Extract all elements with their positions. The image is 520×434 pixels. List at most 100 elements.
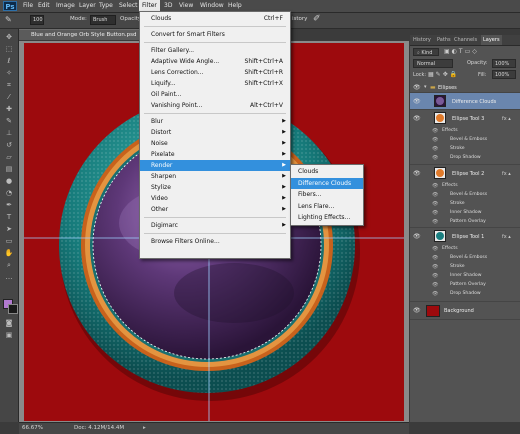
filter-menu-item-render[interactable]: Render ▶	[140, 160, 290, 171]
quick-select-tool-icon[interactable]: ✧	[3, 69, 15, 78]
filter-menu-item-video[interactable]: Video ▶	[140, 193, 290, 204]
filter-menu-item-digimarc[interactable]: Digimarc ▶	[140, 220, 290, 231]
effect-stroke[interactable]: Stroke	[450, 201, 465, 206]
clone-stamp-tool-icon[interactable]: ⊥	[3, 129, 15, 138]
filter-menu-item-blur[interactable]: Blur ▶	[140, 116, 290, 127]
eye-icon[interactable]: 👁	[413, 98, 421, 105]
filter-menu-item-clouds[interactable]: Clouds Ctrl+F	[140, 13, 290, 24]
menu-select[interactable]: Select	[116, 0, 141, 12]
menu-edit[interactable]: Edit	[35, 0, 53, 12]
gradient-tool-icon[interactable]: ▤	[3, 165, 15, 174]
filter-menu-item-other[interactable]: Other ▶	[140, 204, 290, 215]
eye-icon[interactable]: 👁	[432, 264, 438, 270]
effect-drop-shadow[interactable]: Drop Shadow	[450, 291, 481, 296]
status-arrow-icon[interactable]: ▸	[143, 423, 146, 434]
layer-row-ellipse-tool-1[interactable]: 👁 Ellipse Tool 1 fx ▴ 👁 Effects 👁 Bevel …	[410, 228, 520, 302]
eye-icon[interactable]: 👁	[413, 84, 421, 91]
tab-channels[interactable]: Channels	[454, 35, 477, 45]
eye-icon[interactable]: 👁	[432, 201, 438, 207]
type-tool-icon[interactable]: T	[3, 213, 15, 222]
filter-menu-item-filter-gallery[interactable]: Filter Gallery...	[140, 45, 290, 56]
effect-stroke[interactable]: Stroke	[450, 264, 465, 269]
effect-bevel[interactable]: Bevel & Emboss	[450, 137, 487, 142]
history-brush-tool-icon[interactable]: ↺	[3, 141, 15, 150]
filter-menu-item-sharpen[interactable]: Sharpen ▶	[140, 171, 290, 182]
more-tools-icon[interactable]: …	[3, 273, 15, 282]
menu-type[interactable]: Type	[96, 0, 116, 12]
crop-tool-icon[interactable]: ⌗	[3, 81, 15, 90]
filter-menu-item-pixelate[interactable]: Pixelate ▶	[140, 149, 290, 160]
move-tool-icon[interactable]: ✥	[3, 33, 15, 42]
tab-layers[interactable]: Layers	[481, 35, 502, 45]
marquee-tool-icon[interactable]: ⬚	[3, 45, 15, 54]
render-menu-item-clouds[interactable]: Clouds	[291, 166, 363, 177]
screen-mode-icon[interactable]: ▣	[3, 331, 15, 340]
render-menu-item-lens-flare[interactable]: Lens Flare...	[291, 201, 363, 212]
brush-tool-icon[interactable]: ✎	[5, 15, 19, 25]
eye-icon[interactable]: 👁	[432, 255, 438, 261]
tablet-pressure-icon[interactable]: ✐	[313, 14, 321, 24]
quick-mask-icon[interactable]: ◙	[3, 319, 15, 328]
eye-icon[interactable]: 👁	[432, 183, 438, 189]
layer-row-difference-clouds[interactable]: 👁 Difference Clouds	[410, 93, 520, 110]
healing-brush-tool-icon[interactable]: ✚	[3, 105, 15, 114]
path-selection-tool-icon[interactable]: ➤	[3, 225, 15, 234]
effect-pattern-overlay[interactable]: Pattern Overlay	[450, 219, 486, 224]
lock-icons[interactable]: ▦✎✥🔒	[428, 71, 459, 78]
eye-icon[interactable]: 👁	[432, 192, 438, 198]
lasso-tool-icon[interactable]: ℓ	[3, 57, 15, 66]
filter-menu-item-convert-for-smart-filters[interactable]: Convert for Smart Filters	[140, 29, 290, 40]
filter-menu-item-distort[interactable]: Distort ▶	[140, 127, 290, 138]
eyedropper-tool-icon[interactable]: ⁄	[3, 93, 15, 102]
filter-menu-item-noise[interactable]: Noise ▶	[140, 138, 290, 149]
filter-menu-item-vanishing-point[interactable]: Vanishing Point... Alt+Ctrl+V	[140, 100, 290, 111]
layer-row-ellipse-tool-3[interactable]: 👁 Ellipse Tool 3 fx ▴ 👁 Effects 👁 Bevel …	[410, 110, 520, 165]
chevron-down-icon[interactable]: ▾	[424, 84, 427, 90]
filter-icons[interactable]: ▣◐T▭◇	[444, 48, 479, 55]
filter-menu-item-browse-filters-online[interactable]: Browse Filters Online...	[140, 236, 290, 247]
blend-mode-select[interactable]: Normal	[413, 59, 453, 68]
menu-file[interactable]: File	[20, 0, 36, 12]
menu-image[interactable]: Image	[53, 0, 78, 12]
eye-icon[interactable]: 👁	[432, 128, 438, 134]
eye-icon[interactable]: 👁	[413, 233, 421, 240]
layer-group-row[interactable]: 👁 ▾ ▬ Ellipses	[410, 83, 520, 93]
tab-paths[interactable]: Paths	[437, 35, 451, 45]
fx-icon[interactable]: fx ▴	[502, 116, 511, 122]
render-menu-item-difference-clouds[interactable]: Difference Clouds	[291, 177, 363, 189]
filter-menu-item-adaptive-wide-angle[interactable]: Adaptive Wide Angle... Shift+Ctrl+A	[140, 56, 290, 67]
effect-inner-shadow[interactable]: Inner Shadow	[450, 273, 481, 278]
eraser-tool-icon[interactable]: ▱	[3, 153, 15, 162]
eye-icon[interactable]: 👁	[432, 219, 438, 225]
eye-icon[interactable]: 👁	[432, 155, 438, 161]
effect-inner-shadow[interactable]: Inner Shadow	[450, 210, 481, 215]
filter-menu-item-liquify[interactable]: Liquify... Shift+Ctrl+X	[140, 78, 290, 89]
effect-drop-shadow[interactable]: Drop Shadow	[450, 155, 481, 160]
eye-icon[interactable]: 👁	[432, 291, 438, 297]
effect-pattern-overlay[interactable]: Pattern Overlay	[450, 282, 486, 287]
effect-bevel[interactable]: Bevel & Emboss	[450, 255, 487, 260]
effect-stroke[interactable]: Stroke	[450, 146, 465, 151]
fill-field[interactable]: 100%	[492, 70, 516, 79]
kind-filter-select[interactable]: ⌕ Kind	[413, 48, 439, 56]
tab-history[interactable]: History	[413, 35, 431, 45]
eye-icon[interactable]: 👁	[432, 210, 438, 216]
hand-tool-icon[interactable]: ✋	[3, 249, 15, 258]
brush-tool-icon[interactable]: ✎	[3, 117, 15, 126]
mode-select[interactable]: Brush	[90, 15, 116, 25]
render-menu-item-fibers[interactable]: Fibers...	[291, 189, 363, 200]
fx-icon[interactable]: fx ▴	[502, 171, 511, 177]
eye-icon[interactable]: 👁	[413, 170, 421, 177]
filter-menu-item-stylize[interactable]: Stylize ▶	[140, 182, 290, 193]
eye-icon[interactable]: 👁	[432, 146, 438, 152]
brush-size-field[interactable]: 100	[30, 15, 44, 25]
shape-tool-icon[interactable]: ▭	[3, 237, 15, 246]
pen-tool-icon[interactable]: ✒	[3, 201, 15, 210]
background-color-swatch[interactable]	[8, 304, 18, 314]
layer-row-ellipse-tool-2[interactable]: 👁 Ellipse Tool 2 fx ▴ 👁 Effects 👁 Bevel …	[410, 165, 520, 228]
fx-icon[interactable]: fx ▴	[502, 234, 511, 240]
opacity-field[interactable]: 100%	[492, 59, 516, 68]
layer-row-background[interactable]: 👁 Background	[410, 302, 520, 320]
zoom-level[interactable]: 66.67%	[22, 423, 43, 434]
blur-tool-icon[interactable]: ●	[3, 177, 15, 186]
